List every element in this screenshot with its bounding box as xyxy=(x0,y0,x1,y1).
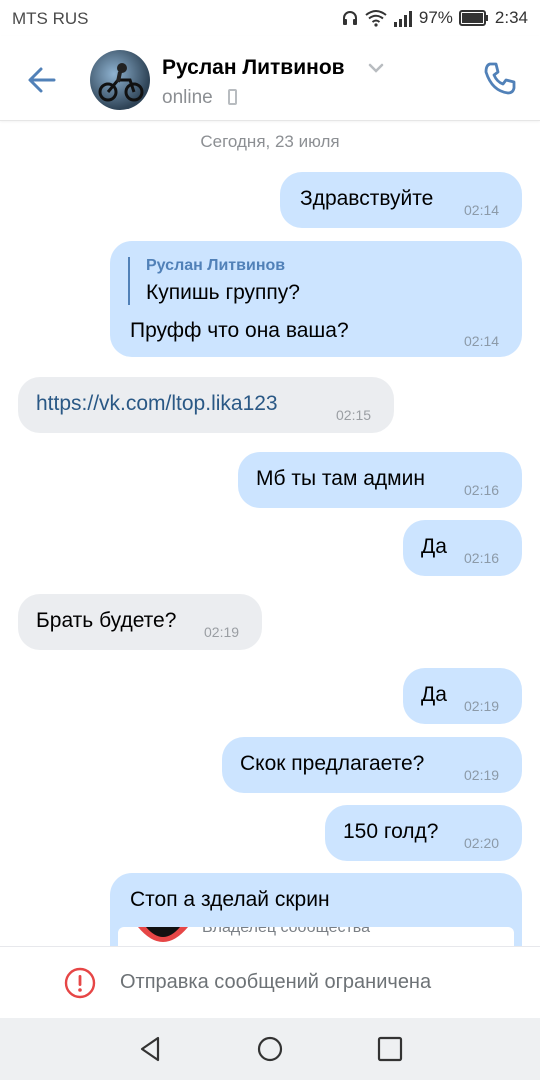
avatar[interactable] xyxy=(90,50,150,110)
date-separator: Сегодня, 23 июля xyxy=(200,132,340,151)
presence-status: online xyxy=(162,87,213,108)
carrier-label: MTS RUS xyxy=(12,9,89,28)
message-text: 150 голд? xyxy=(343,820,439,843)
message-time: 02:19 xyxy=(204,624,240,640)
signal-icon xyxy=(393,11,412,27)
nav-recents-icon[interactable] xyxy=(375,1034,405,1064)
headset-icon xyxy=(342,11,357,25)
message-outgoing[interactable]: Мб ты там админ 02:16 xyxy=(238,452,522,508)
reply-text: Купишь группу? xyxy=(146,281,300,304)
message-outgoing[interactable]: Скок предлагаете? 02:19 xyxy=(222,737,522,793)
arrow-left-icon xyxy=(28,67,56,93)
message-time: 02:14 xyxy=(464,333,500,349)
message-text: Скок предлагаете? xyxy=(240,752,425,775)
message-time: 02:16 xyxy=(464,482,500,498)
message-time: 02:14 xyxy=(464,202,500,218)
chat-header: Руслан Литвинов online xyxy=(0,36,540,121)
message-text: Да xyxy=(421,683,447,706)
back-button[interactable] xyxy=(22,60,62,100)
message-outgoing[interactable]: Да 02:19 xyxy=(403,668,522,724)
message-outgoing-reply[interactable]: Руслан Литвинов Купишь группу? Пруфф что… xyxy=(110,241,522,357)
status-icons: 97% 2:34 xyxy=(341,8,528,28)
message-link[interactable]: https://vk.com/ltop.lika123 xyxy=(36,392,278,416)
message-text: Стоп а зделай скрин xyxy=(130,888,330,911)
message-text: Да xyxy=(421,535,447,558)
message-outgoing[interactable]: 150 голд? 02:20 xyxy=(325,805,522,861)
status-bar: MTS RUS 97% 2:34 xyxy=(0,0,540,36)
mobile-device-icon xyxy=(228,89,237,105)
message-outgoing[interactable]: Да 02:16 xyxy=(403,520,522,576)
message-incoming[interactable]: Брать будете? 02:19 xyxy=(18,594,262,650)
message-time: 02:20 xyxy=(464,835,500,851)
call-button[interactable] xyxy=(480,58,520,98)
wifi-icon xyxy=(365,10,387,27)
system-nav-bar xyxy=(0,1018,540,1080)
message-text: Здравствуйте xyxy=(300,187,434,210)
battery-percent: 97% xyxy=(418,8,453,27)
contact-name[interactable]: Руслан Литвинов xyxy=(162,56,345,80)
message-time: 02:16 xyxy=(464,550,500,566)
clock: 2:34 xyxy=(494,8,528,27)
message-outgoing[interactable]: Здравствуйте 02:14 xyxy=(280,172,522,228)
message-text: Мб ты там админ xyxy=(256,467,425,490)
attachment-caption: Владелец сообщества xyxy=(202,927,371,936)
message-time: 02:19 xyxy=(464,767,500,783)
phone-icon xyxy=(484,62,516,95)
reply-quote[interactable]: Руслан Литвинов Купишь группу? xyxy=(128,257,300,305)
restriction-text: Отправка сообщений ограничена xyxy=(120,971,432,993)
message-text: Брать будете? xyxy=(36,609,177,632)
message-outgoing-with-attachment[interactable]: Стоп а зделай скрин Владелец сообщества xyxy=(110,873,522,953)
nav-home-icon[interactable] xyxy=(255,1034,285,1064)
message-restriction-bar: Отправка сообщений ограничена xyxy=(0,946,540,1019)
message-text: Пруфф что она ваша? xyxy=(130,319,349,342)
chevron-down-icon[interactable] xyxy=(368,62,384,74)
message-time: 02:15 xyxy=(336,407,372,423)
reply-author: Руслан Литвинов xyxy=(146,257,286,274)
exclamation-circle-icon xyxy=(64,967,96,999)
nav-back-icon[interactable] xyxy=(136,1034,166,1064)
battery-icon xyxy=(458,10,488,26)
message-time: 02:19 xyxy=(464,698,500,714)
motorcycle-photo-icon xyxy=(98,63,144,102)
message-incoming[interactable]: https://vk.com/ltop.lika123 02:15 xyxy=(18,377,394,433)
